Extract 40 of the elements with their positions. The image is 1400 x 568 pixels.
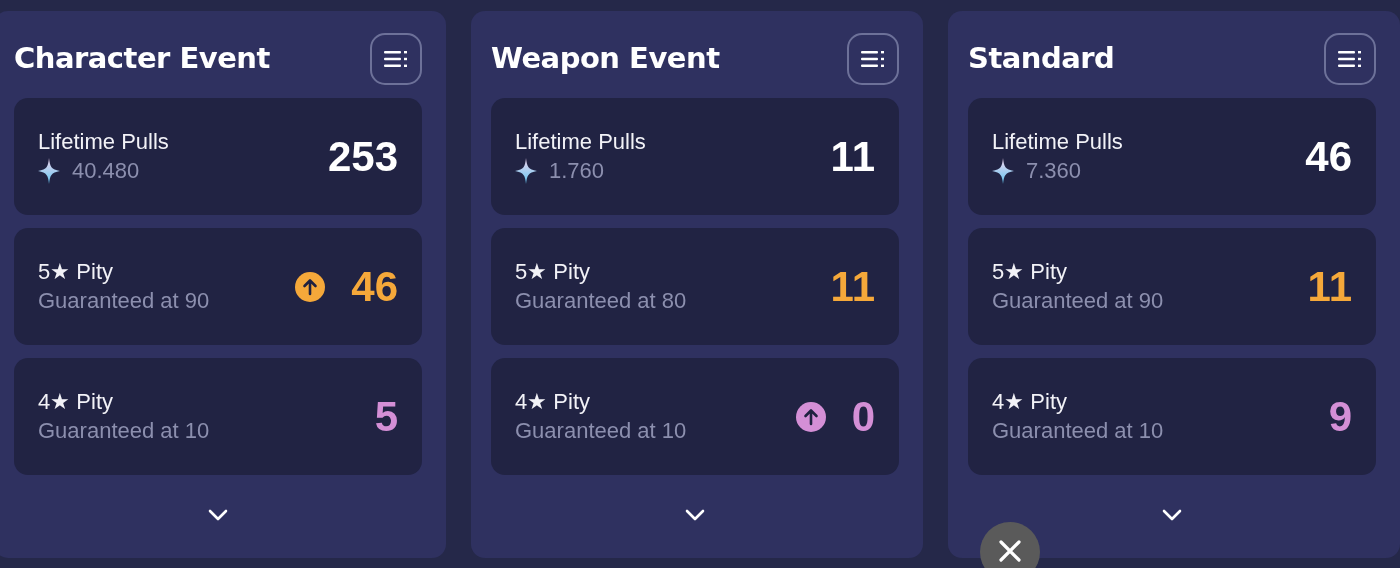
stat-value: 11 (1307, 262, 1352, 312)
stat-label: 4★ Pity (38, 387, 115, 416)
stat-label: Lifetime Pulls (992, 127, 1123, 156)
guarantee-text: Guaranteed at 10 (992, 416, 1164, 445)
currency-amount: 7.360 (1026, 156, 1082, 185)
guarantee-text: Guaranteed at 10 (38, 416, 210, 445)
guarantee-text: Guaranteed at 90 (38, 286, 210, 315)
chevron-down-icon (685, 509, 705, 521)
guarantee-text: Guaranteed at 10 (515, 416, 687, 445)
stat-label: Lifetime Pulls (515, 127, 646, 156)
stat-value: 5 (374, 392, 398, 442)
stat-value: 46 (351, 262, 398, 312)
stat-label: 4★ Pity (992, 387, 1069, 416)
panel-title: Weapon Event (491, 40, 720, 78)
close-icon (999, 540, 1021, 562)
menu-icon (861, 50, 885, 68)
menu-button[interactable] (1324, 33, 1376, 85)
currency-amount: 1.760 (549, 156, 605, 185)
stat-value: 46 (1305, 132, 1352, 182)
guarantee-text: Guaranteed at 80 (515, 286, 687, 315)
menu-button[interactable] (370, 33, 422, 85)
panel-title: Character Event (14, 40, 270, 78)
stat-label: 5★ Pity (992, 257, 1069, 286)
stat-value: 11 (830, 132, 875, 182)
menu-icon (384, 50, 408, 68)
stat-value: 0 (851, 392, 875, 442)
menu-button[interactable] (847, 33, 899, 85)
stat-value: 9 (1328, 392, 1352, 442)
currency-amount: 40.480 (72, 156, 140, 185)
stat-label: 5★ Pity (515, 257, 592, 286)
stat-value: 11 (830, 262, 875, 312)
stat-label: Lifetime Pulls (38, 127, 169, 156)
chevron-down-icon (208, 509, 228, 521)
panel-title: Standard (968, 40, 1115, 78)
chevron-down-icon (1162, 509, 1182, 521)
guarantee-text: Guaranteed at 90 (992, 286, 1164, 315)
stat-value: 253 (327, 132, 398, 182)
menu-icon (1338, 50, 1362, 68)
stat-label: 5★ Pity (38, 257, 115, 286)
stat-label: 4★ Pity (515, 387, 592, 416)
